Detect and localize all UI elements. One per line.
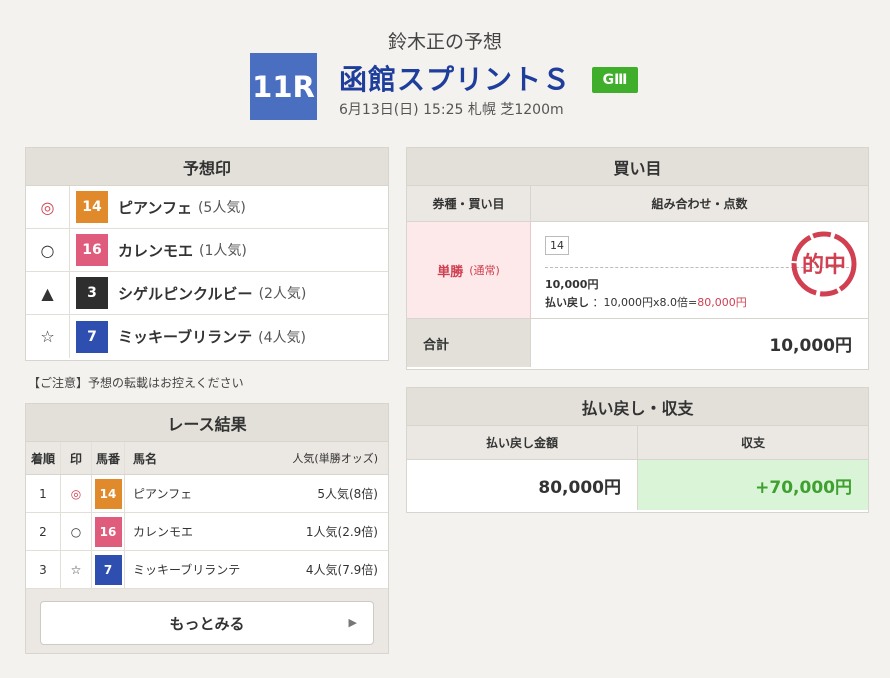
- more-button-label: もっとみる: [169, 614, 245, 633]
- notice-text: 【ご注意】予想の転載はお控えください: [28, 376, 244, 390]
- chevron-right-icon: ▶: [348, 616, 357, 629]
- bet-amount: 10,000円: [545, 278, 599, 291]
- yoso-panel: 予想印 ◎ 14 ピアンフェ (5人気) ○ 16 カレンモエ (1人気) ▲ 3 シゲルピンクルビ…: [25, 147, 389, 361]
- kaime-panel-title: 買い目: [407, 148, 868, 186]
- yoso-row: ▲ 3 シゲルピンクルビー (2人気): [26, 272, 388, 315]
- yoso-panel-title: 予想印: [26, 148, 388, 186]
- horse-popularity: (2人気): [258, 286, 307, 302]
- result-pop: 4人気(7.9倍): [305, 563, 378, 577]
- result-number: 14: [94, 478, 122, 509]
- result-header-row: 着順 印 馬番 馬名 人気(単勝オッズ): [26, 442, 388, 475]
- total-value: 10,000円: [769, 335, 852, 356]
- kaime-row: 単勝 (通常) 14 10,000円 払い戻し ：10,000円x8.0倍=80…: [407, 222, 868, 319]
- payout-amount: 80,000円: [407, 460, 638, 510]
- col-chaku: 着順: [26, 442, 61, 474]
- bet-type-label: 単勝: [437, 264, 464, 280]
- payout-value: 80,000円: [697, 296, 747, 309]
- result-row: 2 ○ 16 カレンモエ 1人気(2.9倍): [26, 513, 388, 551]
- result-panel-title: レース結果: [26, 404, 388, 442]
- payout-calc: ：10,000円x8.0倍=: [592, 296, 698, 309]
- payout-header-row: 払い戻し金額 収支: [407, 426, 868, 460]
- yoso-mark: ☆: [26, 315, 70, 358]
- horse-number: 14: [76, 191, 108, 223]
- result-umaban-cell: 16: [92, 513, 125, 550]
- total-row: 合計 10,000円: [407, 319, 868, 367]
- payout-panel: 払い戻し・収支 払い戻し金額 収支 80,000円 +70,000円: [406, 387, 869, 513]
- col-balance: 収支: [740, 436, 765, 450]
- col-payout-amount: 払い戻し金額: [407, 426, 638, 459]
- horse-number: 3: [76, 277, 108, 309]
- result-umaban-cell: 14: [92, 475, 125, 512]
- race-info: 6月13日(日) 15:25 札幌 芝1200m: [339, 102, 564, 118]
- result-row: 3 ☆ 7 ミッキーブリランテ 4人気(7.9倍): [26, 551, 388, 589]
- yoso-row: ◎ 14 ピアンフェ (5人気): [26, 186, 388, 229]
- horse-popularity: (1人気): [199, 243, 247, 259]
- race-name: 函館スプリントＳ: [339, 63, 572, 96]
- col-pop: 人気(単勝オッズ): [292, 452, 378, 465]
- result-chaku: 3: [26, 551, 61, 588]
- col-umaban: 馬番: [92, 442, 125, 474]
- col-type: 券種・買い目: [407, 186, 531, 221]
- yoso-list: ◎ 14 ピアンフェ (5人気) ○ 16 カレンモエ (1人気) ▲ 3 シゲルピンクルビー (2人…: [26, 186, 388, 358]
- result-chaku: 2: [26, 513, 61, 550]
- result-number: 16: [94, 516, 122, 547]
- horse-popularity: (4人気): [258, 329, 306, 346]
- result-mark: ☆: [61, 551, 92, 588]
- horse-number: 16: [76, 234, 108, 266]
- more-button[interactable]: もっとみる ▶: [40, 601, 374, 645]
- horse-popularity: (5人気): [197, 200, 246, 216]
- result-row: 1 ◎ 14 ピアンフェ 5人気(8倍): [26, 475, 388, 513]
- result-name: ミッキーブリランテ: [133, 563, 241, 577]
- yoso-mark: ○: [26, 229, 70, 271]
- payout-line: 払い戻し ：10,000円x8.0倍=80,000円: [545, 294, 747, 310]
- yoso-mark: ◎: [26, 186, 70, 228]
- result-umaban-cell: 7: [92, 551, 125, 588]
- page-title: 鈴木正の予想: [387, 31, 502, 53]
- col-combo: 組み合わせ・点数: [651, 197, 748, 211]
- result-pop: 5人気(8倍): [317, 487, 378, 501]
- horse-name: カレンモエ: [118, 241, 194, 260]
- bet-detail: 14 10,000円 払い戻し ：10,000円x8.0倍=80,000円 的中: [531, 222, 868, 318]
- yoso-mark: ▲: [26, 272, 70, 314]
- horse-name: シゲルピンクルビー: [118, 284, 253, 303]
- grade-badge: GⅢ: [592, 67, 638, 93]
- hit-stamp-icon: 的中: [791, 231, 857, 297]
- kaime-header-row: 券種・買い目 組み合わせ・点数: [407, 186, 868, 222]
- payout-panel-title: 払い戻し・収支: [407, 388, 868, 426]
- hit-stamp-text: 的中: [802, 252, 846, 278]
- balance-value: +70,000円: [638, 460, 868, 510]
- result-mark: ◎: [61, 475, 92, 512]
- combo-box: 14: [545, 236, 569, 255]
- payout-label: 払い戻し: [545, 296, 589, 309]
- horse-number: 7: [76, 320, 108, 353]
- kaime-panel: 買い目 券種・買い目 組み合わせ・点数 単勝 (通常) 14 10,000円 払…: [406, 147, 869, 370]
- col-mark: 印: [61, 442, 92, 474]
- result-name: ピアンフェ: [133, 487, 193, 501]
- bet-type: 単勝 (通常): [407, 222, 531, 318]
- horse-name: ピアンフェ: [118, 198, 192, 217]
- total-label: 合計: [407, 319, 531, 367]
- race-number-badge: 11R: [250, 53, 317, 120]
- col-name: 馬名: [133, 451, 158, 466]
- result-number: 7: [94, 554, 122, 585]
- result-list: 1 ◎ 14 ピアンフェ 5人気(8倍) 2 ○ 16 カレンモエ 1人気(2.9倍) 3 ☆ 7 ミッキ…: [26, 475, 388, 589]
- horse-name: ミッキーブリランテ: [118, 328, 253, 346]
- result-pop: 1人気(2.9倍): [305, 525, 378, 539]
- payout-values-row: 80,000円 +70,000円: [407, 460, 868, 510]
- bet-subtype: (通常): [469, 264, 500, 277]
- result-mark: ○: [61, 513, 92, 550]
- result-chaku: 1: [26, 475, 61, 512]
- yoso-row: ○ 16 カレンモエ (1人気): [26, 229, 388, 272]
- result-name: カレンモエ: [133, 525, 194, 539]
- yoso-row: ☆ 7 ミッキーブリランテ (4人気): [26, 315, 388, 358]
